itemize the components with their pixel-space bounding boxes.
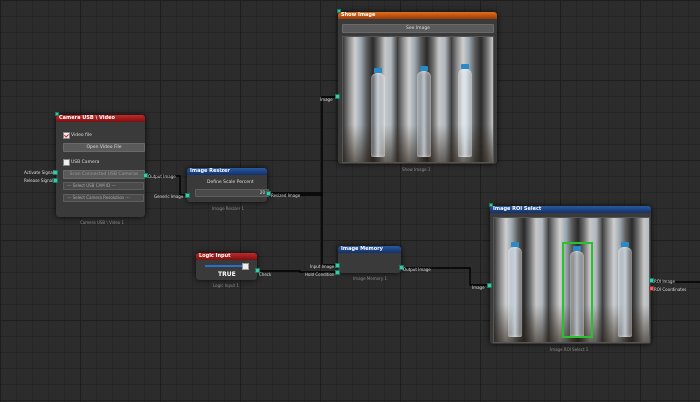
select-usb-cam-id-dropdown[interactable]: --- Select USB CAM ID --- — [63, 182, 144, 190]
bottle — [417, 71, 431, 157]
scale-percent-label: Define Scale Percent — [207, 180, 254, 185]
camera-node-caption: Camera USB \ Video 1 — [80, 220, 125, 225]
node-title[interactable]: Image Memory — [338, 246, 401, 253]
release-signal-label: Release Signal — [24, 178, 54, 183]
open-video-file-button[interactable]: Open Video File — [63, 143, 145, 152]
bottle — [618, 247, 632, 337]
memory-output-image-label: Output Image — [403, 267, 431, 272]
node-title[interactable]: Logic Input — [196, 253, 257, 260]
node-title[interactable]: Image ROI Select — [490, 206, 651, 213]
show-image-input-label: Image — [320, 97, 333, 102]
activate-signal-label: Activate Signal — [24, 170, 54, 175]
roi-node-caption: Image ROI Select 1 — [550, 347, 589, 352]
resizer-node-caption: Image Resizer 1 — [212, 206, 245, 211]
node-title[interactable]: Show Image — [338, 12, 497, 19]
see-image-button[interactable]: See Image — [342, 24, 494, 33]
scale-value: 20 — [259, 190, 265, 195]
roi-selection-box[interactable] — [562, 242, 593, 338]
generic-image-pin[interactable] — [185, 193, 190, 198]
usb-camera-checkbox[interactable] — [63, 159, 70, 166]
roi-image-preview[interactable] — [493, 217, 650, 343]
bottle — [371, 73, 385, 157]
bottle — [508, 247, 522, 337]
scan-usb-cameras-button[interactable]: Scan Connected USB Cameras — [63, 170, 145, 179]
generic-image-label: Generic Image — [154, 194, 184, 199]
resized-image-label: Resized Image — [271, 193, 301, 198]
memory-hold-condition-label: Hold Condition — [305, 272, 335, 277]
image-roi-select-node[interactable]: Image ROI Select — [490, 206, 651, 344]
logic-input-caption: Logic Input 1 — [213, 283, 239, 288]
check-output-label: Check — [259, 272, 272, 277]
show-image-caption: Show Image 1 — [402, 167, 431, 172]
select-camera-resolution-dropdown[interactable]: --- Select Camera Resolution --- — [63, 194, 144, 202]
camera-usb-video-node[interactable]: Camera USB \ Video Video file Open Video… — [56, 115, 145, 217]
usb-camera-label: USB Camera — [71, 160, 100, 165]
show-image-node[interactable]: Show Image See Image — [338, 12, 497, 164]
release-signal-pin[interactable] — [53, 178, 58, 183]
logic-slider-knob[interactable] — [242, 263, 249, 270]
memory-input-image-pin[interactable] — [335, 263, 340, 268]
roi-node-anchor[interactable] — [489, 203, 493, 207]
image-memory-caption: Image Memory 1 — [353, 276, 387, 281]
video-file-checkbox[interactable] — [63, 132, 70, 139]
bottle — [458, 69, 472, 157]
wire-resizer-to-show — [268, 96, 336, 196]
node-title[interactable]: Camera USB \ Video — [56, 115, 145, 122]
camera-output-image-label: Output Image — [148, 174, 176, 179]
camera-node-anchor[interactable] — [55, 112, 59, 116]
image-memory-node[interactable]: Image Memory — [338, 246, 401, 273]
node-canvas[interactable]: Camera USB \ Video Video file Open Video… — [0, 0, 700, 402]
wire-resizer-to-memory — [268, 192, 337, 266]
show-image-preview — [342, 36, 494, 163]
memory-input-image-label: Input Image — [310, 264, 335, 269]
logic-value: TRUE — [218, 271, 236, 278]
show-image-input-pin[interactable] — [335, 94, 340, 99]
node-title[interactable]: Image Resizer — [187, 168, 267, 175]
memory-hold-condition-pin[interactable] — [335, 270, 340, 275]
video-file-label: Video file — [71, 133, 92, 138]
roi-coordinates-output-label: ROI Coordinates — [654, 287, 687, 292]
image-resizer-node[interactable]: Image Resizer Define Scale Percent 20 — [187, 168, 269, 202]
logic-input-node[interactable]: Logic Input TRUE — [196, 253, 257, 280]
roi-image-output-label: ROI Image — [654, 279, 675, 284]
roi-input-image-label: Image — [472, 285, 485, 290]
show-node-anchor[interactable] — [337, 9, 341, 13]
roi-input-image-pin[interactable] — [487, 283, 492, 288]
scale-percent-input[interactable]: 20 — [195, 189, 269, 197]
